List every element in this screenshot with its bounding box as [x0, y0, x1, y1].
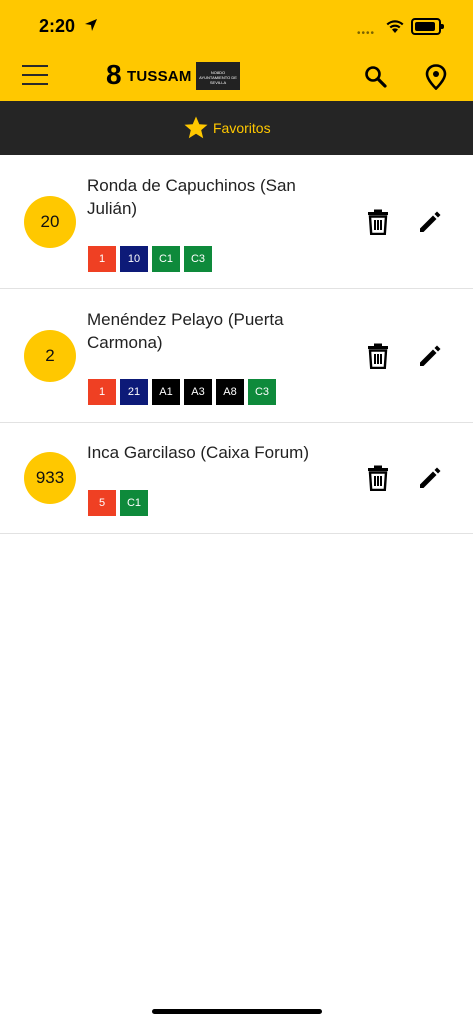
location-arrow-icon [85, 19, 97, 31]
tussam-logo: 8 TUSSAM NO8DO AYUNTAMIENTO DE SEVILLA [106, 59, 242, 92]
favorite-stop-item[interactable]: 933 Inca Garcilaso (Caixa Forum) 5 C1 [0, 423, 473, 534]
stop-number: 20 [24, 196, 76, 248]
line-badge[interactable]: C3 [248, 379, 276, 405]
menu-line [22, 65, 48, 67]
stop-name: Menéndez Pelayo (Puerta Carmona) [87, 310, 284, 352]
status-time: 2:20 [39, 16, 76, 36]
line-badge[interactable]: C1 [152, 246, 180, 272]
stop-number: 2 [24, 330, 76, 382]
trash-icon[interactable] [366, 465, 390, 491]
wifi-icon [386, 20, 404, 33]
menu-line [22, 74, 48, 76]
edit-pencil-icon[interactable] [418, 344, 442, 368]
line-badge[interactable]: 1 [88, 246, 116, 272]
stop-name: Ronda de Capuchinos (San Julián) [87, 176, 296, 218]
stop-number: 933 [24, 452, 76, 504]
battery-icon [411, 18, 444, 35]
menu-line [22, 83, 48, 85]
line-badges: 1 21 A1 A3 A8 C3 [88, 379, 276, 405]
line-badge[interactable]: 10 [120, 246, 148, 272]
edit-pencil-icon[interactable] [418, 466, 442, 490]
favorite-stop-item[interactable]: 2 Menéndez Pelayo (Puerta Carmona) 1 21 … [0, 289, 473, 423]
logo-mark: 8 [106, 59, 122, 90]
line-badge[interactable]: 1 [88, 379, 116, 405]
favorite-stop-item[interactable]: 20 Ronda de Capuchinos (San Julián) 1 10… [0, 155, 473, 289]
edit-pencil-icon[interactable] [418, 210, 442, 234]
tab-bar: Favoritos [0, 101, 473, 155]
line-badges: 5 C1 [88, 490, 148, 516]
signal-icon: •••• [357, 28, 376, 39]
location-pin-icon[interactable] [424, 64, 448, 90]
line-badge[interactable]: A8 [216, 379, 244, 405]
line-badge[interactable]: C3 [184, 246, 212, 272]
line-badge[interactable]: A3 [184, 379, 212, 405]
ayuntamiento-badge: NO8DO AYUNTAMIENTO DE SEVILLA [196, 62, 240, 90]
search-icon[interactable] [363, 64, 389, 90]
line-badge[interactable]: A1 [152, 379, 180, 405]
line-badge[interactable]: 5 [88, 490, 116, 516]
stop-name: Inca Garcilaso (Caixa Forum) [87, 443, 310, 462]
trash-icon[interactable] [366, 343, 390, 369]
trash-icon[interactable] [366, 209, 390, 235]
menu-button[interactable] [22, 65, 48, 85]
line-badge[interactable]: 21 [120, 379, 148, 405]
home-indicator[interactable] [152, 1009, 322, 1014]
line-badges: 1 10 C1 C3 [88, 246, 212, 272]
app-header: 2:20 •••• 8 TUSSAM NO8DO AYUNTAMIENTO DE… [0, 0, 473, 101]
logo-text: TUSSAM [127, 68, 192, 85]
tab-favoritos-label: Favoritos [213, 120, 271, 136]
line-badge[interactable]: C1 [120, 490, 148, 516]
star-icon [184, 116, 208, 139]
